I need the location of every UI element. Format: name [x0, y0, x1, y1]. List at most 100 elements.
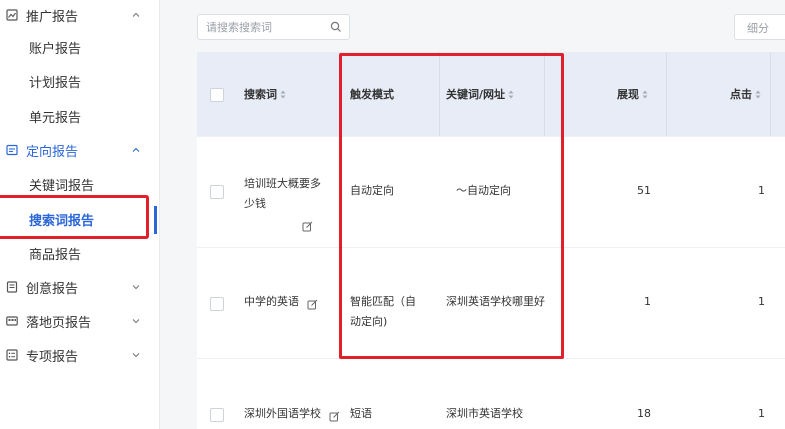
- column-header-keyword-url[interactable]: 关键词/网址: [446, 52, 514, 136]
- sort-icon[interactable]: [508, 90, 514, 99]
- column-label: 触发模式: [350, 88, 394, 101]
- search-term-cell: 深圳外国语学校: [244, 404, 340, 424]
- impressions-cell: 1: [617, 292, 651, 312]
- row-checkbox[interactable]: [210, 185, 224, 199]
- chevron-up-icon[interactable]: [130, 144, 142, 156]
- row-checkbox[interactable]: [210, 297, 224, 311]
- column-divider: [770, 52, 771, 136]
- active-indicator: [154, 206, 157, 234]
- trigger-mode-text: 动定向): [350, 315, 388, 328]
- edit-icon[interactable]: [302, 219, 313, 231]
- nav-group-label: 创意报告: [26, 281, 79, 297]
- sidebar-item-plan-report[interactable]: 计划报告: [0, 66, 160, 96]
- nav-group-creative-report[interactable]: 创意报告: [0, 272, 160, 302]
- chevron-up-icon[interactable]: [130, 9, 142, 21]
- sidebar-item-label: 单元报告: [29, 110, 82, 126]
- granularity-label: 细分: [747, 22, 769, 35]
- row-checkbox[interactable]: [210, 408, 224, 422]
- sidebar-item-product-report[interactable]: 商品报告: [0, 238, 160, 268]
- nav-group-landing-page-report[interactable]: 落地页报告: [0, 306, 160, 336]
- sidebar-item-search-term-report[interactable]: 搜索词报告: [0, 204, 160, 234]
- nav-group-label: 定向报告: [26, 144, 79, 160]
- column-header-clicks[interactable]: 点击: [730, 52, 761, 136]
- keyword-text: 深圳英语学校哪里好: [446, 295, 545, 308]
- chevron-down-icon[interactable]: [130, 349, 142, 361]
- column-label: 展现: [617, 88, 639, 101]
- clicks-cell: 1: [737, 292, 765, 312]
- column-label: 点击: [730, 88, 752, 101]
- sidebar-item-keyword-report[interactable]: 关键词报告: [0, 169, 160, 199]
- search-term-text: 中学的英语: [244, 295, 299, 308]
- trigger-mode-cell: 自动定向: [350, 181, 394, 201]
- trigger-mode-text: 短语: [350, 407, 372, 420]
- keyword-text: 深圳市英语学校: [446, 407, 523, 420]
- row-divider: [197, 247, 785, 248]
- sort-icon[interactable]: [642, 90, 648, 99]
- landing-page-icon: [6, 315, 18, 327]
- table-header: 搜索词 触发模式 关键词/网址 展现 点击: [197, 52, 785, 136]
- creative-icon: [6, 281, 18, 293]
- row-divider: [197, 136, 785, 137]
- clicks-value: 1: [758, 407, 765, 420]
- trigger-mode-cell: 短语: [350, 404, 372, 424]
- chevron-down-icon[interactable]: [130, 281, 142, 293]
- impressions-cell: 18: [617, 404, 651, 424]
- clicks-cell: 1: [737, 181, 765, 201]
- column-divider: [666, 52, 667, 136]
- keyword-cell: ～自动定向: [456, 181, 511, 201]
- edit-icon[interactable]: [329, 409, 340, 421]
- column-header-search-term[interactable]: 搜索词: [244, 52, 286, 136]
- impressions-value: 1: [644, 295, 651, 308]
- search-term-table: 搜索词 触发模式 关键词/网址 展现 点击 培训班大概要多 少钱 自动定向 ～自…: [197, 52, 785, 429]
- clicks-cell: 1: [737, 404, 765, 424]
- keyword-cell: 深圳市英语学校: [446, 404, 523, 424]
- sort-icon[interactable]: [280, 90, 286, 99]
- column-divider: [439, 52, 440, 136]
- special-report-icon: [6, 349, 18, 361]
- sidebar-item-label: 账户报告: [29, 41, 82, 57]
- search-term-text: 少钱: [244, 197, 266, 210]
- column-header-impressions[interactable]: 展现: [617, 52, 648, 136]
- sidebar-item-label: 商品报告: [29, 247, 82, 263]
- target-report-icon: [6, 144, 18, 156]
- column-divider: [544, 52, 545, 136]
- column-label: 关键词/网址: [446, 88, 506, 101]
- nav-group-promo-report[interactable]: 推广报告: [0, 0, 160, 30]
- search-term-cell: 培训班大概要多 少钱: [244, 174, 336, 234]
- column-divider: [340, 52, 341, 136]
- nav-group-special-report[interactable]: 专项报告: [0, 340, 160, 370]
- nav-group-label: 推广报告: [26, 9, 79, 25]
- impressions-value: 18: [637, 407, 651, 420]
- select-all-checkbox[interactable]: [210, 88, 224, 102]
- sidebar-item-label: 计划报告: [29, 75, 82, 91]
- sort-icon[interactable]: [755, 90, 761, 99]
- sidebar-item-label: 搜索词报告: [29, 213, 95, 229]
- search-box[interactable]: [197, 14, 350, 40]
- search-icon[interactable]: [330, 21, 342, 33]
- search-input[interactable]: [206, 18, 324, 36]
- sidebar: 推广报告 账户报告 计划报告 单元报告 定向报告 关键词报告 搜索词报告 商品报…: [0, 0, 160, 429]
- keyword-cell: 深圳英语学校哪里好: [446, 292, 545, 312]
- row-divider: [197, 358, 785, 359]
- nav-group-targeting-report[interactable]: 定向报告: [0, 135, 160, 165]
- chevron-down-icon[interactable]: [130, 315, 142, 327]
- edit-icon[interactable]: [307, 297, 318, 309]
- trigger-mode-text: 自动定向: [350, 184, 394, 197]
- granularity-select[interactable]: 细分: [734, 14, 785, 40]
- chart-icon: [6, 9, 18, 21]
- search-term-text: 深圳外国语学校: [244, 407, 321, 420]
- impressions-value: 51: [637, 184, 651, 197]
- clicks-value: 1: [758, 184, 765, 197]
- sidebar-item-unit-report[interactable]: 单元报告: [0, 101, 160, 131]
- column-header-trigger-mode: 触发模式: [350, 52, 394, 136]
- sidebar-item-account-report[interactable]: 账户报告: [0, 32, 160, 62]
- search-term-cell: 中学的英语: [244, 292, 318, 312]
- trigger-mode-cell: 智能匹配（自 动定向): [350, 292, 416, 332]
- sidebar-item-label: 关键词报告: [29, 178, 95, 194]
- clicks-value: 1: [758, 295, 765, 308]
- search-term-text: 培训班大概要多: [244, 177, 321, 190]
- nav-group-label: 专项报告: [26, 349, 79, 365]
- column-label: 搜索词: [244, 88, 277, 101]
- trigger-mode-text: 智能匹配（自: [350, 295, 416, 308]
- keyword-text: ～自动定向: [456, 184, 511, 197]
